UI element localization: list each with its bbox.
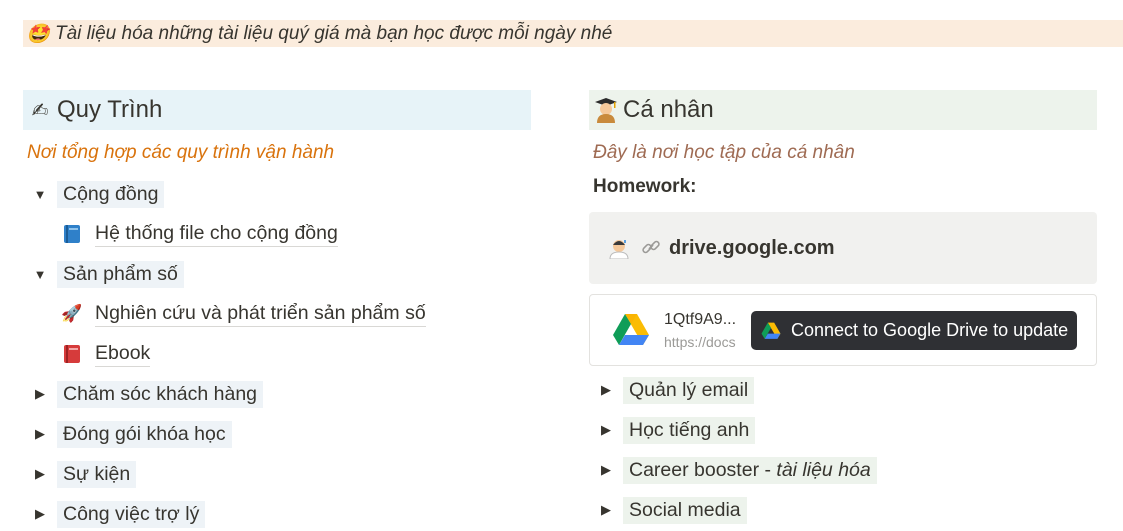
google-drive-icon bbox=[612, 313, 650, 347]
toggle-closed-icon[interactable]: ▶ bbox=[25, 459, 55, 489]
blue-book-icon bbox=[61, 223, 83, 245]
page-link-row[interactable]: Hệ thống file cho cộng đồng bbox=[23, 214, 531, 254]
page-title[interactable]: Nghiên cứu và phát triển sản phẩm số bbox=[95, 302, 426, 327]
embed-title[interactable]: 1Qtf9A9... bbox=[664, 311, 736, 329]
connect-google-drive-button[interactable]: Connect to Google Drive to update bbox=[751, 311, 1077, 350]
toggle-closed-icon[interactable]: ▶ bbox=[591, 415, 621, 445]
toggle-label[interactable]: Đóng gói khóa học bbox=[57, 420, 232, 448]
link-icon bbox=[641, 237, 663, 259]
toggle-closed-icon[interactable]: ▶ bbox=[25, 499, 55, 529]
page-title[interactable]: Ebook bbox=[95, 342, 151, 367]
page-link-nghien-cuu[interactable]: 🚀 Nghiên cứu và phát triển sản phẩm số bbox=[61, 302, 426, 327]
toggle-label-italic: tài liệu hóa bbox=[776, 458, 871, 481]
toggle-closed-icon[interactable]: ▶ bbox=[25, 379, 55, 409]
page-link-row[interactable]: Ebook bbox=[23, 334, 531, 374]
page-link-he-thong-file[interactable]: Hệ thống file cho cộng đồng bbox=[61, 222, 338, 247]
column-quy-trinh: ✍ Quy Trình Nơi tổng hợp các quy trình v… bbox=[23, 90, 531, 531]
page-link-row[interactable]: 🚀 Nghiên cứu và phát triển sản phẩm số bbox=[23, 294, 531, 334]
embed-text: 1Qtf9A9... https://docs bbox=[664, 311, 736, 350]
toggle-open-icon[interactable]: ▼ bbox=[25, 179, 55, 209]
drive-link-bookmark[interactable]: drive.google.com bbox=[589, 212, 1097, 284]
toggle-row-hoc-tieng-anh[interactable]: ▶ Học tiếng anh bbox=[589, 410, 1097, 450]
toggle-label-main: Career booster - bbox=[629, 458, 777, 481]
toggle-row-dong-goi[interactable]: ▶ Đóng gói khóa học bbox=[23, 414, 531, 454]
page-link-ebook[interactable]: Ebook bbox=[61, 342, 151, 367]
heading-text: Quy Trình bbox=[57, 96, 163, 123]
toggle-closed-icon[interactable]: ▶ bbox=[591, 455, 621, 485]
toggle-row-cham-soc[interactable]: ▶ Chăm sóc khách hàng bbox=[23, 374, 531, 414]
tree-quy-trinh: ▼ Cộng đồng Hệ thống file cho cộng đồng … bbox=[23, 174, 531, 531]
writing-hand-icon: ✍ bbox=[31, 98, 49, 122]
toggle-row-social-media[interactable]: ▶ Social media bbox=[589, 490, 1097, 530]
toggle-label[interactable]: Social media bbox=[623, 496, 747, 524]
toggle-label[interactable]: Chăm sóc khách hàng bbox=[57, 380, 264, 408]
toggle-label[interactable]: Cộng đồng bbox=[57, 180, 165, 208]
rocket-icon: 🚀 bbox=[61, 304, 83, 324]
toggle-closed-icon[interactable]: ▶ bbox=[25, 419, 55, 449]
heading-text: Cá nhân bbox=[623, 96, 714, 123]
toggle-row-career-booster[interactable]: ▶ Career booster - tài liệu hóa bbox=[589, 450, 1097, 490]
embed-url: https://docs bbox=[664, 333, 736, 350]
heading-ca-nhan: Cá nhân bbox=[589, 90, 1097, 130]
toggle-row-cong-viec[interactable]: ▶ Công việc trợ lý bbox=[23, 494, 531, 531]
toggle-label[interactable]: Quản lý email bbox=[623, 376, 755, 404]
heading-quy-trinh: ✍ Quy Trình bbox=[23, 90, 531, 130]
toggle-row-su-kien[interactable]: ▶ Sự kiện bbox=[23, 454, 531, 494]
google-drive-embed[interactable]: 1Qtf9A9... https://docs Connect to Googl… bbox=[589, 294, 1097, 366]
connect-button-label: Connect to Google Drive to update bbox=[791, 320, 1069, 340]
toggle-row-san-pham-so[interactable]: ▼ Sản phẩm số bbox=[23, 254, 531, 294]
star-struck-emoji-icon: 🤩 bbox=[26, 23, 50, 45]
toggle-label[interactable]: Sự kiện bbox=[57, 460, 137, 488]
callout-text: Tài liệu hóa những tài liệu quý giá mà b… bbox=[55, 22, 613, 44]
toggle-open-icon[interactable]: ▼ bbox=[25, 259, 55, 289]
toggle-closed-icon[interactable]: ▶ bbox=[591, 375, 621, 405]
toggle-label[interactable]: Career booster - tài liệu hóa bbox=[623, 456, 877, 484]
subtitle-quy-trinh: Nơi tổng hợp các quy trình vận hành bbox=[27, 142, 335, 163]
callout-banner: 🤩 Tài liệu hóa những tài liệu quý giá mà… bbox=[23, 20, 1123, 47]
toggle-label[interactable]: Công việc trợ lý bbox=[57, 500, 206, 528]
red-book-icon bbox=[61, 343, 83, 365]
page-title[interactable]: Hệ thống file cho cộng đồng bbox=[95, 222, 338, 247]
toggle-closed-icon[interactable]: ▶ bbox=[591, 495, 621, 525]
toggle-row-quan-ly-email[interactable]: ▶ Quản lý email bbox=[589, 370, 1097, 410]
scientist-icon bbox=[607, 236, 631, 260]
homework-label: Homework: bbox=[593, 176, 697, 197]
toggle-row-cong-dong[interactable]: ▼ Cộng đồng bbox=[23, 174, 531, 214]
subtitle-ca-nhan: Đây là nơi học tập của cá nhân bbox=[593, 142, 855, 163]
student-icon bbox=[593, 97, 619, 123]
bookmark-link-text[interactable]: drive.google.com bbox=[669, 237, 835, 260]
toggle-label[interactable]: Sản phẩm số bbox=[57, 260, 184, 288]
tree-ca-nhan: ▶ Quản lý email ▶ Học tiếng anh ▶ Career… bbox=[589, 370, 1097, 530]
google-drive-small-icon bbox=[761, 322, 781, 340]
column-ca-nhan: Cá nhân Đây là nơi học tập của cá nhân H… bbox=[589, 90, 1097, 530]
toggle-label[interactable]: Học tiếng anh bbox=[623, 416, 756, 444]
